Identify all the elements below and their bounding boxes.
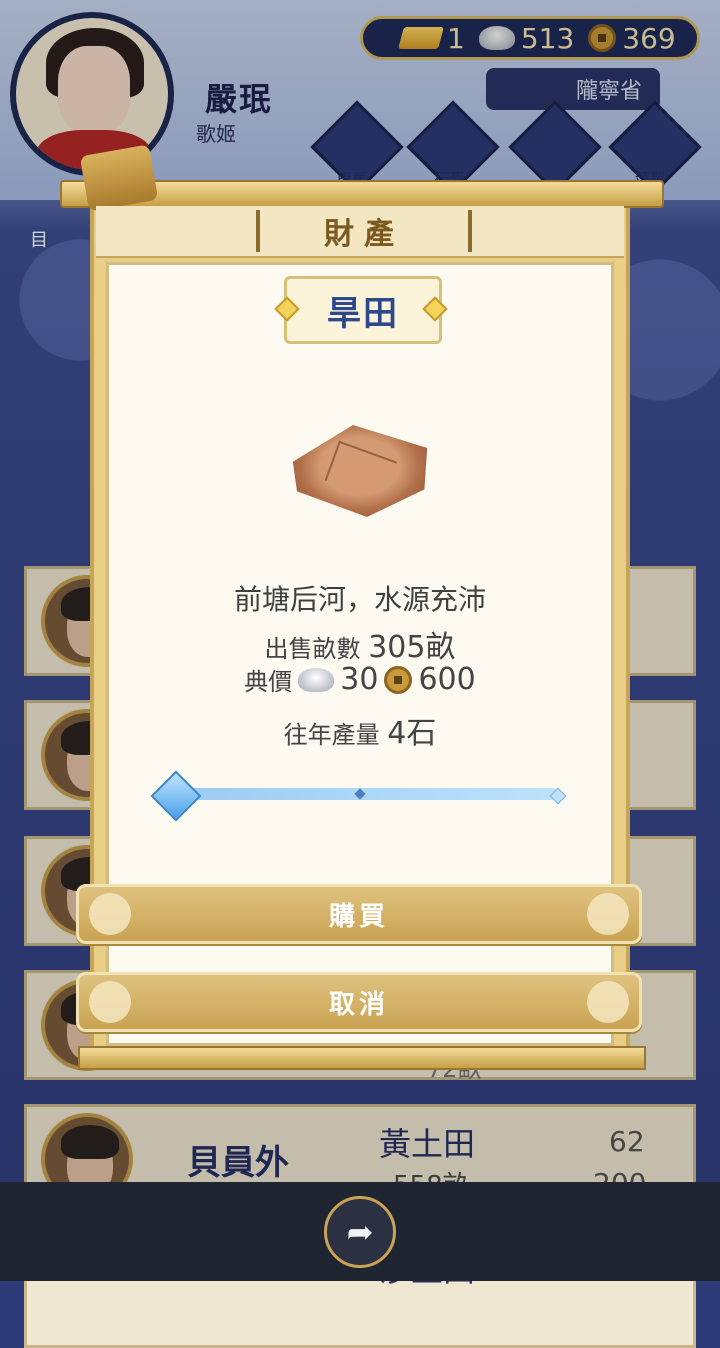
cancel-button[interactable]: 取消 [76,972,642,1032]
scroll-rod-bottom [78,1046,646,1070]
cloud-ornament [89,893,131,935]
share-icon: ➦ [346,1213,374,1251]
yield-label: 往年產量 [283,721,380,749]
yield-row: 往年產量 4石 [110,708,610,752]
land-type-badge: 旱田 [284,276,442,344]
sale-acres-label: 出售畝數 [264,635,361,663]
cloud-ornament [89,981,131,1023]
price-label: 典價 [244,668,293,696]
cancel-button-label: 取消 [328,989,389,1020]
acre-slider-track[interactable] [176,788,558,800]
price-row: 典價 30 600 [110,662,610,697]
sale-acres-value: 305畝 [368,630,456,665]
land-description: 前塘后河，水源充沛 [233,583,486,616]
modal-title: 財產 [256,210,472,252]
cloud-ornament [587,893,629,935]
yield-value: 4石 [387,716,437,751]
wheat-bundle-icon [79,144,159,212]
price-silver: 30 [340,662,379,697]
sale-acres: 出售畝數 305畝 [110,622,610,666]
price-coins: 600 [418,662,476,697]
cloud-ornament [587,981,629,1023]
buy-button[interactable]: 購買 [76,884,642,944]
share-button[interactable]: ➦ [324,1196,396,1268]
buy-button-label: 購買 [328,901,389,932]
copper-coin-icon [384,665,413,694]
silver-ingot-icon [298,667,335,692]
